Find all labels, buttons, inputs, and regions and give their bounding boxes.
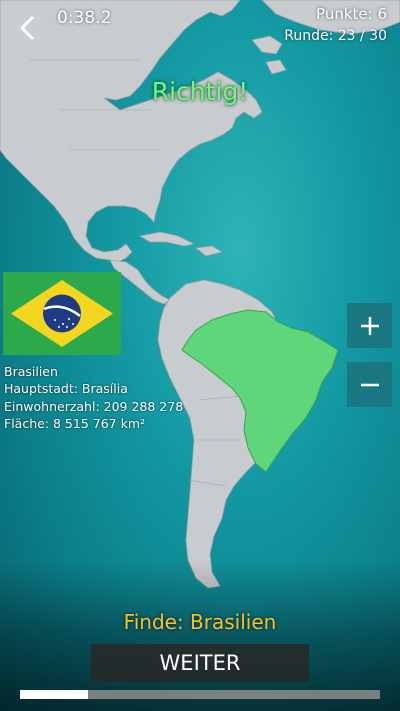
canada-islands <box>251 35 287 75</box>
country-info-panel: Brasilien Hauptstadt: Brasília Einwohner… <box>4 363 183 432</box>
round-counter: Runde: 23 / 30 <box>284 28 387 44</box>
cuba-landmass <box>138 231 196 247</box>
country-flag <box>3 272 121 355</box>
round-progress-fill <box>20 690 88 699</box>
hispaniola-landmass <box>195 245 224 257</box>
score-display: Punkte: 6 <box>316 5 387 23</box>
answer-feedback: Richtig! <box>151 77 249 106</box>
plus-icon <box>360 316 379 335</box>
zoom-out-button[interactable] <box>347 362 392 407</box>
next-button[interactable]: WEITER <box>91 644 309 682</box>
chevron-left-icon <box>20 16 34 40</box>
country-area: Fläche: 8 515 767 km² <box>4 415 146 431</box>
country-population: Einwohnerzahl: 209 288 278 <box>4 398 184 414</box>
country-name: Brasilien <box>4 364 58 379</box>
game-timer: 0:38.2 <box>57 8 112 28</box>
zoom-in-button[interactable] <box>347 303 392 348</box>
country-capital: Hauptstadt: Brasília <box>4 381 128 397</box>
back-button[interactable] <box>7 8 47 48</box>
brazil-flag-image <box>3 272 121 355</box>
find-prompt: Finde: Brasilien <box>123 610 277 634</box>
bottom-shade <box>0 560 400 711</box>
round-progress-bar <box>20 690 380 699</box>
minus-icon <box>360 383 379 386</box>
